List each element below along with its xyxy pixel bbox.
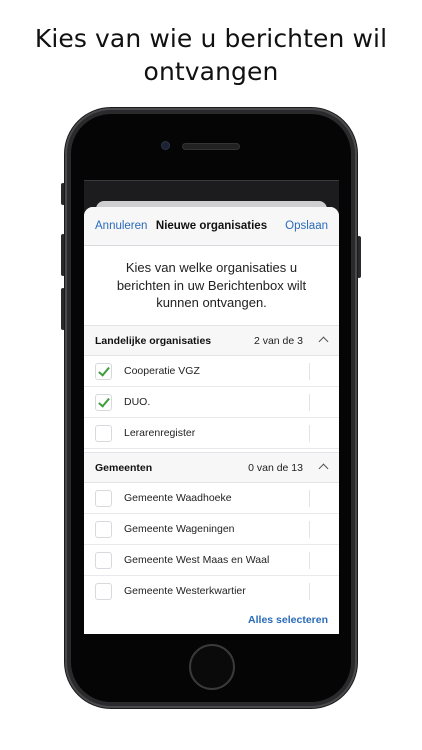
checkbox[interactable]	[95, 521, 112, 538]
intro-text: Kies van welke organisaties u berichten …	[116, 260, 307, 310]
row-divider	[309, 363, 310, 380]
nav-bar: Nieuwe organisaties Annuleren Opslaan	[84, 207, 339, 246]
list-item-label: DUO.	[124, 396, 151, 408]
checkbox[interactable]	[95, 363, 112, 380]
list-item-label: Lerarenregister	[124, 427, 196, 439]
checkmark-icon	[98, 395, 110, 408]
list-item-gemeente-waadhoeke[interactable]: Gemeente Waadhoeke	[84, 483, 339, 514]
row-divider	[309, 425, 310, 442]
modal-sheet: Nieuwe organisaties Annuleren Opslaan Ki…	[84, 207, 339, 634]
checkbox[interactable]	[95, 552, 112, 569]
phone-screen: Nieuwe organisaties Annuleren Opslaan Ki…	[84, 180, 339, 634]
list-item-cooperatie-vgz[interactable]: Cooperatie VGZ	[84, 356, 339, 387]
checkbox[interactable]	[95, 394, 112, 411]
earpiece-speaker	[183, 144, 239, 149]
section-count: 0 van de 13	[248, 462, 303, 474]
section-header-landelijke[interactable]: Landelijke organisaties 2 van de 3	[84, 325, 339, 356]
list-item-duo[interactable]: DUO.	[84, 387, 339, 418]
list-item-gemeente-wageningen[interactable]: Gemeente Wageningen	[84, 514, 339, 545]
screen-divider	[84, 180, 339, 181]
cancel-button[interactable]: Annuleren	[95, 220, 147, 232]
checkmark-icon	[98, 364, 110, 377]
section-title: Gemeenten	[95, 462, 153, 474]
row-divider	[309, 490, 310, 507]
chevron-up-icon[interactable]	[318, 336, 329, 347]
checkbox[interactable]	[95, 425, 112, 442]
list-item-label: Cooperatie VGZ	[124, 365, 200, 377]
list-item-label: Gemeente Wageningen	[124, 523, 235, 535]
save-button[interactable]: Opslaan	[285, 220, 328, 232]
list-item-label: Gemeente Waadhoeke	[124, 492, 232, 504]
checkbox[interactable]	[95, 583, 112, 600]
section-count: 2 van de 3	[253, 335, 303, 347]
select-all-button[interactable]: Alles selecteren	[248, 614, 328, 626]
section-title: Landelijke organisaties	[95, 335, 212, 347]
list-item-lerarenregister[interactable]: Lerarenregister	[84, 418, 339, 449]
checkbox[interactable]	[95, 490, 112, 507]
promo-headline: Kies van wie u berichten wil ontvangen	[34, 24, 388, 86]
front-camera	[162, 142, 169, 149]
chevron-up-icon[interactable]	[318, 463, 329, 474]
list-item-label: Gemeente Westerkwartier	[124, 585, 246, 597]
section-header-gemeenten[interactable]: Gemeenten 0 van de 13	[84, 452, 339, 483]
power-button	[357, 236, 361, 278]
list-item-label: Gemeente West Maas en Waal	[124, 554, 270, 566]
row-divider	[309, 521, 310, 538]
row-divider	[309, 583, 310, 600]
row-divider	[309, 394, 310, 411]
footer-bar: Alles selecteren	[84, 603, 339, 634]
list-item-gemeente-west-maas-en-waal[interactable]: Gemeente West Maas en Waal	[84, 545, 339, 576]
row-divider	[309, 552, 310, 569]
home-button	[189, 644, 235, 690]
